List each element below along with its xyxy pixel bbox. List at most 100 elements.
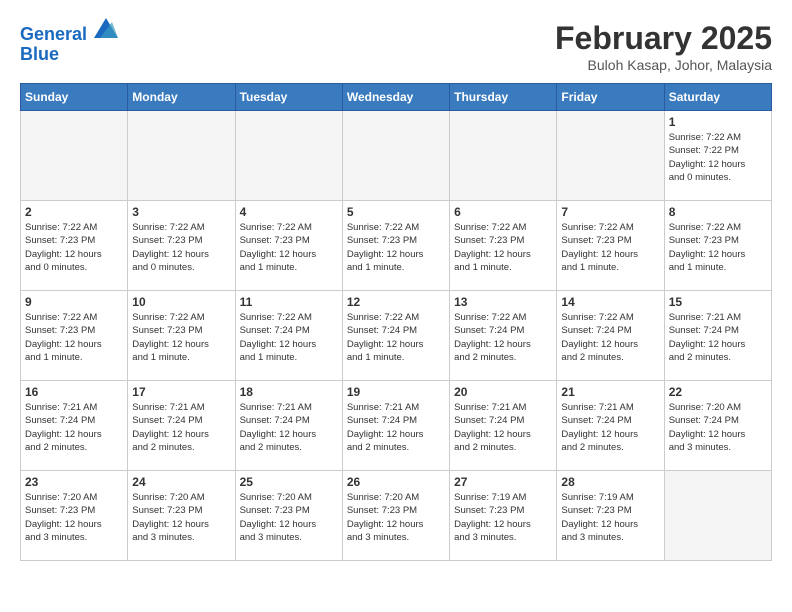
- calendar-cell: 26 Sunrise: 7:20 AM Sunset: 7:23 PM Dayli…: [342, 471, 449, 561]
- day-info: Sunrise: 7:22 AM Sunset: 7:23 PM Dayligh…: [454, 221, 552, 274]
- day-info: Sunrise: 7:21 AM Sunset: 7:24 PM Dayligh…: [132, 401, 230, 454]
- day-number: 25: [240, 475, 338, 489]
- calendar-cell: 6 Sunrise: 7:22 AM Sunset: 7:23 PM Daylig…: [450, 201, 557, 291]
- calendar-cell: 9 Sunrise: 7:22 AM Sunset: 7:23 PM Daylig…: [21, 291, 128, 381]
- calendar-cell: 21 Sunrise: 7:21 AM Sunset: 7:24 PM Dayli…: [557, 381, 664, 471]
- calendar-cell: 16 Sunrise: 7:21 AM Sunset: 7:24 PM Dayli…: [21, 381, 128, 471]
- month-year-title: February 2025: [555, 20, 772, 57]
- day-number: 24: [132, 475, 230, 489]
- day-number: 14: [561, 295, 659, 309]
- calendar-cell: [664, 471, 771, 561]
- calendar-cell: 12 Sunrise: 7:22 AM Sunset: 7:24 PM Dayli…: [342, 291, 449, 381]
- day-number: 5: [347, 205, 445, 219]
- day-number: 21: [561, 385, 659, 399]
- calendar-week-4: 16 Sunrise: 7:21 AM Sunset: 7:24 PM Dayli…: [21, 381, 772, 471]
- calendar-cell: 10Sunrise: 7:22 AM Sunset: 7:23 PM Dayli…: [128, 291, 235, 381]
- day-info: Sunrise: 7:20 AM Sunset: 7:23 PM Dayligh…: [347, 491, 445, 544]
- day-number: 13: [454, 295, 552, 309]
- day-info: Sunrise: 7:22 AM Sunset: 7:23 PM Dayligh…: [669, 221, 767, 274]
- day-number: 15: [669, 295, 767, 309]
- calendar-cell: 19 Sunrise: 7:21 AM Sunset: 7:24 PM Dayli…: [342, 381, 449, 471]
- day-number: 3: [132, 205, 230, 219]
- day-info: Sunrise: 7:20 AM Sunset: 7:23 PM Dayligh…: [132, 491, 230, 544]
- logo: General Blue: [20, 20, 118, 65]
- day-number: 26: [347, 475, 445, 489]
- calendar-cell: 13 Sunrise: 7:22 AM Sunset: 7:24 PM Dayli…: [450, 291, 557, 381]
- day-info: Sunrise: 7:22 AM Sunset: 7:23 PM Dayligh…: [240, 221, 338, 274]
- location-text: Buloh Kasap, Johor, Malaysia: [555, 57, 772, 73]
- calendar-cell: [557, 111, 664, 201]
- day-info: Sunrise: 7:22 AM Sunset: 7:24 PM Dayligh…: [240, 311, 338, 364]
- calendar-cell: 23 Sunrise: 7:20 AM Sunset: 7:23 PM Dayli…: [21, 471, 128, 561]
- day-number: 6: [454, 205, 552, 219]
- day-number: 17: [132, 385, 230, 399]
- day-number: 16: [25, 385, 123, 399]
- day-info: Sunrise: 7:22 AM Sunset: 7:23 PM Dayligh…: [25, 221, 123, 274]
- day-info: Sunrise: 7:22 AM Sunset: 7:23 PM Dayligh…: [347, 221, 445, 274]
- day-info: Sunrise: 7:22 AM Sunset: 7:23 PM Dayligh…: [561, 221, 659, 274]
- day-info: Sunrise: 7:20 AM Sunset: 7:24 PM Dayligh…: [669, 401, 767, 454]
- day-number: 18: [240, 385, 338, 399]
- day-info: Sunrise: 7:19 AM Sunset: 7:23 PM Dayligh…: [454, 491, 552, 544]
- day-info: Sunrise: 7:21 AM Sunset: 7:24 PM Dayligh…: [561, 401, 659, 454]
- day-number: 8: [669, 205, 767, 219]
- weekday-header-sunday: Sunday: [21, 84, 128, 111]
- logo-blue-text: Blue: [20, 45, 118, 65]
- page-header: General Blue February 2025 Buloh Kasap, …: [20, 20, 772, 73]
- calendar-week-2: 2Sunrise: 7:22 AM Sunset: 7:23 PM Daylig…: [21, 201, 772, 291]
- calendar-cell: 25 Sunrise: 7:20 AM Sunset: 7:23 PM Dayli…: [235, 471, 342, 561]
- day-number: 19: [347, 385, 445, 399]
- weekday-header-wednesday: Wednesday: [342, 84, 449, 111]
- day-number: 7: [561, 205, 659, 219]
- calendar-cell: 17 Sunrise: 7:21 AM Sunset: 7:24 PM Dayli…: [128, 381, 235, 471]
- day-info: Sunrise: 7:22 AM Sunset: 7:23 PM Dayligh…: [25, 311, 123, 364]
- calendar-cell: 5 Sunrise: 7:22 AM Sunset: 7:23 PM Daylig…: [342, 201, 449, 291]
- calendar-cell: [21, 111, 128, 201]
- day-number: 28: [561, 475, 659, 489]
- day-info: Sunrise: 7:22 AM Sunset: 7:24 PM Dayligh…: [454, 311, 552, 364]
- day-number: 22: [669, 385, 767, 399]
- calendar-cell: 22 Sunrise: 7:20 AM Sunset: 7:24 PM Dayli…: [664, 381, 771, 471]
- calendar-cell: 1 Sunrise: 7:22 AM Sunset: 7:22 PM Daylig…: [664, 111, 771, 201]
- calendar-cell: [450, 111, 557, 201]
- day-info: Sunrise: 7:20 AM Sunset: 7:23 PM Dayligh…: [25, 491, 123, 544]
- calendar-cell: 20Sunrise: 7:21 AM Sunset: 7:24 PM Dayli…: [450, 381, 557, 471]
- day-number: 23: [25, 475, 123, 489]
- weekday-header-thursday: Thursday: [450, 84, 557, 111]
- day-number: 27: [454, 475, 552, 489]
- calendar-week-5: 23 Sunrise: 7:20 AM Sunset: 7:23 PM Dayli…: [21, 471, 772, 561]
- day-number: 10: [132, 295, 230, 309]
- calendar-cell: 7 Sunrise: 7:22 AM Sunset: 7:23 PM Daylig…: [557, 201, 664, 291]
- calendar-cell: 4 Sunrise: 7:22 AM Sunset: 7:23 PM Daylig…: [235, 201, 342, 291]
- calendar-cell: 28 Sunrise: 7:19 AM Sunset: 7:23 PM Dayli…: [557, 471, 664, 561]
- day-info: Sunrise: 7:21 AM Sunset: 7:24 PM Dayligh…: [454, 401, 552, 454]
- weekday-header-tuesday: Tuesday: [235, 84, 342, 111]
- day-number: 1: [669, 115, 767, 129]
- day-number: 4: [240, 205, 338, 219]
- calendar-cell: 15 Sunrise: 7:21 AM Sunset: 7:24 PM Dayli…: [664, 291, 771, 381]
- calendar-week-1: 1 Sunrise: 7:22 AM Sunset: 7:22 PM Daylig…: [21, 111, 772, 201]
- day-info: Sunrise: 7:21 AM Sunset: 7:24 PM Dayligh…: [25, 401, 123, 454]
- day-info: Sunrise: 7:22 AM Sunset: 7:24 PM Dayligh…: [347, 311, 445, 364]
- calendar-cell: 14 Sunrise: 7:22 AM Sunset: 7:24 PM Dayli…: [557, 291, 664, 381]
- day-info: Sunrise: 7:22 AM Sunset: 7:24 PM Dayligh…: [561, 311, 659, 364]
- calendar-cell: [235, 111, 342, 201]
- calendar-cell: 11 Sunrise: 7:22 AM Sunset: 7:24 PM Dayli…: [235, 291, 342, 381]
- weekday-header-friday: Friday: [557, 84, 664, 111]
- calendar-table: SundayMondayTuesdayWednesdayThursdayFrid…: [20, 83, 772, 561]
- day-number: 9: [25, 295, 123, 309]
- day-number: 11: [240, 295, 338, 309]
- day-info: Sunrise: 7:19 AM Sunset: 7:23 PM Dayligh…: [561, 491, 659, 544]
- title-block: February 2025 Buloh Kasap, Johor, Malays…: [555, 20, 772, 73]
- day-info: Sunrise: 7:20 AM Sunset: 7:23 PM Dayligh…: [240, 491, 338, 544]
- weekday-header-saturday: Saturday: [664, 84, 771, 111]
- day-info: Sunrise: 7:21 AM Sunset: 7:24 PM Dayligh…: [669, 311, 767, 364]
- calendar-cell: 3Sunrise: 7:22 AM Sunset: 7:23 PM Daylig…: [128, 201, 235, 291]
- day-info: Sunrise: 7:21 AM Sunset: 7:24 PM Dayligh…: [347, 401, 445, 454]
- calendar-cell: 2Sunrise: 7:22 AM Sunset: 7:23 PM Daylig…: [21, 201, 128, 291]
- day-info: Sunrise: 7:21 AM Sunset: 7:24 PM Dayligh…: [240, 401, 338, 454]
- calendar-cell: 24 Sunrise: 7:20 AM Sunset: 7:23 PM Dayli…: [128, 471, 235, 561]
- day-info: Sunrise: 7:22 AM Sunset: 7:22 PM Dayligh…: [669, 131, 767, 184]
- logo-icon: [94, 18, 118, 38]
- day-number: 12: [347, 295, 445, 309]
